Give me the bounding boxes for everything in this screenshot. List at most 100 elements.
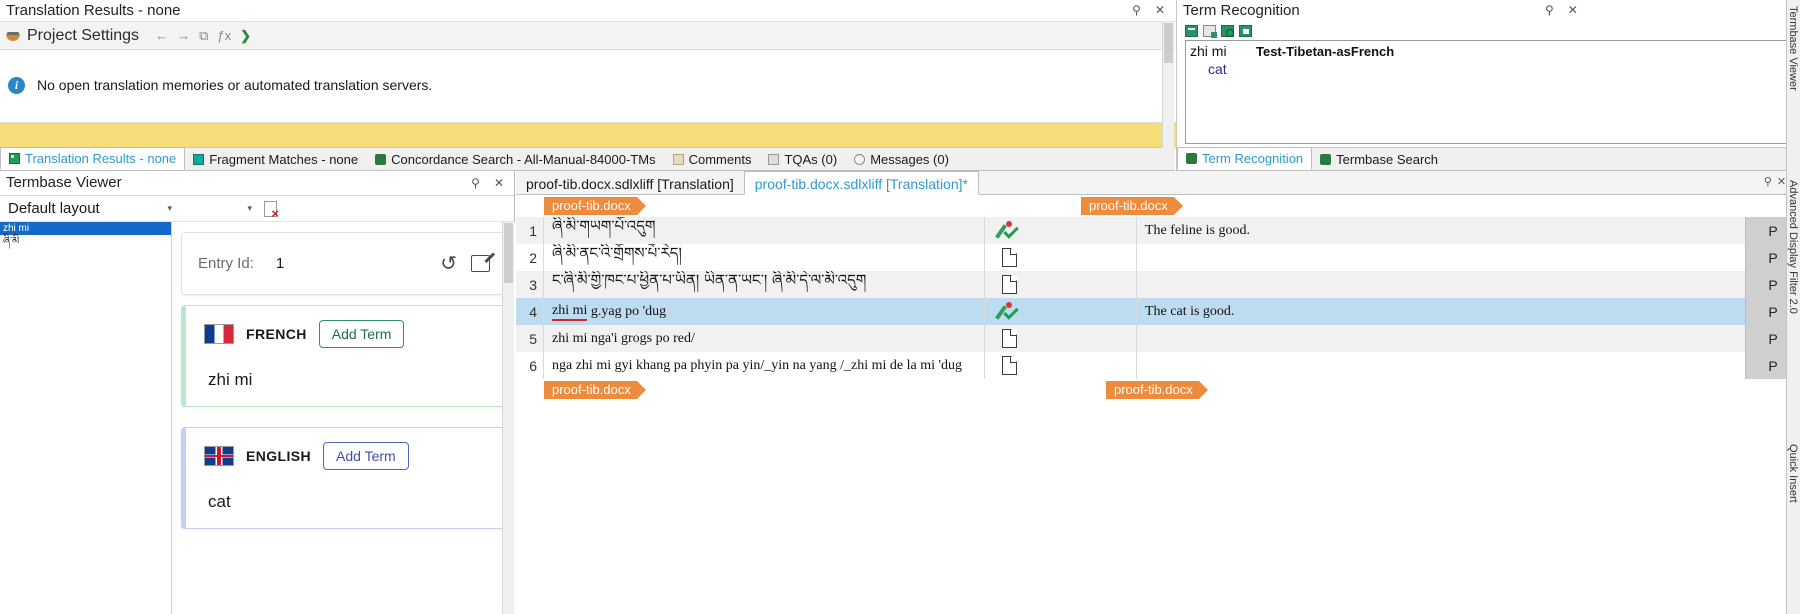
translation-results-title: Translation Results - none [6,2,181,19]
translation-results-scrollbar[interactable] [1162,22,1174,148]
language-card-english: ENGLISH Add Term cat [181,427,507,529]
misspelled-term: zhi mi [552,303,588,321]
target-segment[interactable] [1137,271,1745,298]
delete-entry-icon[interactable] [264,200,279,220]
tab-tqas[interactable]: TQAs (0) [760,148,846,170]
flag-france-icon [204,324,234,344]
termbase-search-icon [1320,153,1332,165]
flag-uk-icon [204,446,234,466]
fragment-matches-icon [193,153,205,165]
editor-close-icon[interactable]: ✕ [1777,175,1786,188]
source-segment[interactable]: zhi mi g.yag po 'dug [544,298,984,325]
source-segment-rest: g.yag po 'dug [587,303,667,319]
term-recognition-title: Term Recognition [1183,2,1300,19]
termbase-list-scrollbar[interactable] [502,222,514,614]
list-item[interactable]: ཞི་མི [0,235,171,248]
table-row[interactable]: 1 ཞི་མི་གཡག་པོ་འདུག The feline is good. … [516,217,1800,244]
table-row[interactable]: 4 zhi mi g.yag po 'dug The cat is good. … [516,298,1800,325]
tab-fragment-matches[interactable]: Fragment Matches - none [185,148,367,170]
segment-gap [1034,298,1137,325]
target-segment[interactable]: The feline is good. [1137,217,1745,244]
term-result-row[interactable]: zhi mi Test-Tibetan-asFrench [1186,41,1800,59]
source-segment[interactable]: nga zhi mi gyi khang pa phyin pa yin/_yi… [544,352,984,379]
term-value-french[interactable]: zhi mi [186,348,506,390]
translation-results-panel: Translation Results - none ⚲ ✕ Project S… [0,0,1200,148]
target-segment[interactable] [1137,244,1745,271]
source-segment[interactable]: ང་ཞི་མི་གྱི་ཁང་པ་ཕྱིན་པ་ཡིན། ཡིན་ན་ཡང་། … [544,271,984,298]
document-footer-tag-row: proof-tib.docx proof-tib.docx [516,379,1800,401]
language-name: ENGLISH [246,448,312,464]
tab-translation-results[interactable]: Translation Results - none [0,147,186,170]
termbase-entry-list[interactable]: zhi mi ཞི་མི [0,222,172,614]
messages-icon [854,153,866,165]
add-term-button-french[interactable]: Add Term [318,320,405,348]
forward-icon[interactable]: → [177,28,190,43]
segment-number: 4 [516,298,544,325]
target-segment[interactable] [1137,352,1745,379]
application-window: Translation Results - none ⚲ ✕ Project S… [0,0,1800,614]
tab-messages[interactable]: Messages (0) [846,148,958,170]
target-segment[interactable]: The cat is good. [1137,298,1745,325]
tab-comments[interactable]: Comments [665,148,761,170]
segment-status[interactable] [984,352,1034,379]
term-value-english[interactable]: cat [186,470,506,512]
target-segment[interactable] [1137,325,1745,352]
termbase-viewer-titlebar: Termbase Viewer ⚲ ✕ [0,171,514,196]
segment-status[interactable] [984,244,1034,271]
history-icon[interactable]: ↺ [440,254,457,274]
source-segment[interactable]: ཞི་མི་ནང་འི་གྲོགས་པོ་རེད། [544,244,984,271]
segment-status[interactable] [984,217,1034,244]
pin-icon[interactable]: ⚲ [471,177,480,189]
tab-label: TQAs (0) [784,151,838,167]
pin-icon[interactable]: ⚲ [1545,4,1554,16]
table-row[interactable]: 2 ཞི་མི་ནང་འི་གྲོགས་པོ་རེད། P [516,244,1800,271]
not-translated-icon [1002,329,1017,348]
tab-concordance-search[interactable]: Concordance Search - All-Manual-84000-TM… [367,148,664,170]
target-document-tag: proof-tib.docx [1081,197,1183,215]
project-settings-label[interactable]: Project Settings [27,27,139,45]
table-row[interactable]: 3 ང་ཞི་མི་གྱི་ཁང་པ་ཕྱིན་པ་ཡིན། ཡིན་ན་ཡང་… [516,271,1800,298]
document-tag-row: proof-tib.docx proof-tib.docx [516,195,1800,217]
source-segment[interactable]: zhi mi nga'i grogs po red/ [544,325,984,352]
table-row[interactable]: 5 zhi mi nga'i grogs po red/ P [516,325,1800,352]
segment-status[interactable] [984,298,1034,325]
termbase-settings-icon[interactable] [1185,25,1198,37]
add-term-button-english[interactable]: Add Term [323,442,409,470]
list-item[interactable]: zhi mi [0,222,171,235]
tab-label: Concordance Search - All-Manual-84000-TM… [391,151,656,167]
term-recognition-toolbar [1177,22,1800,40]
rail-label-advanced-display-filter[interactable]: Advanced Display Filter 2.0 [1786,176,1800,318]
editor-panel-controls: ⚲ ✕ [1764,173,1786,189]
editor-tab-1[interactable]: proof-tib.docx.sdlxliff [Translation] [516,171,744,194]
rail-label-quick-insert[interactable]: Quick Insert [1786,440,1800,507]
segment-gap [1034,244,1137,271]
apply-translation-icon[interactable]: ⧉ [199,28,208,44]
view-term-details-icon[interactable] [1239,25,1252,37]
term-recognition-results: zhi mi Test-Tibetan-asFrench cat [1185,40,1800,144]
quick-add-term-icon[interactable] [1221,25,1234,37]
edit-icon[interactable] [471,255,490,272]
segment-status[interactable] [984,325,1034,352]
editor-tab-2[interactable]: proof-tib.docx.sdlxliff [Translation]* [743,171,979,195]
back-icon[interactable]: ← [155,28,168,43]
tab-term-recognition[interactable]: Term Recognition [1177,147,1313,170]
secondary-select[interactable]: ▾ [178,197,258,221]
add-new-term-icon[interactable] [1203,25,1217,38]
segment-gap [1034,271,1137,298]
close-icon[interactable]: ✕ [494,177,504,189]
editor-pin-icon[interactable]: ⚲ [1764,175,1772,188]
close-icon[interactable]: ✕ [1568,4,1578,16]
source-segment[interactable]: ཞི་མི་གཡག་པོ་འདུག [544,217,984,244]
rail-label-termbase-viewer[interactable]: Termbase Viewer [1786,2,1800,95]
termbase-viewer-title: Termbase Viewer [6,174,122,191]
next-icon[interactable]: ❯ [240,28,251,44]
close-icon[interactable]: ✕ [1155,4,1165,16]
pin-icon[interactable]: ⚲ [1132,4,1141,16]
tab-termbase-search[interactable]: Termbase Search [1312,148,1447,170]
segment-grid: proof-tib.docx proof-tib.docx 1 ཞི་མི་གཡ… [516,195,1800,614]
segment-status[interactable] [984,271,1034,298]
table-row[interactable]: 6 nga zhi mi gyi khang pa phyin pa yin/_… [516,352,1800,379]
layout-select[interactable]: Default layout ▾ [0,197,178,221]
term-translation-row[interactable]: cat [1186,59,1800,77]
fx-icon[interactable]: ƒx [217,28,231,43]
